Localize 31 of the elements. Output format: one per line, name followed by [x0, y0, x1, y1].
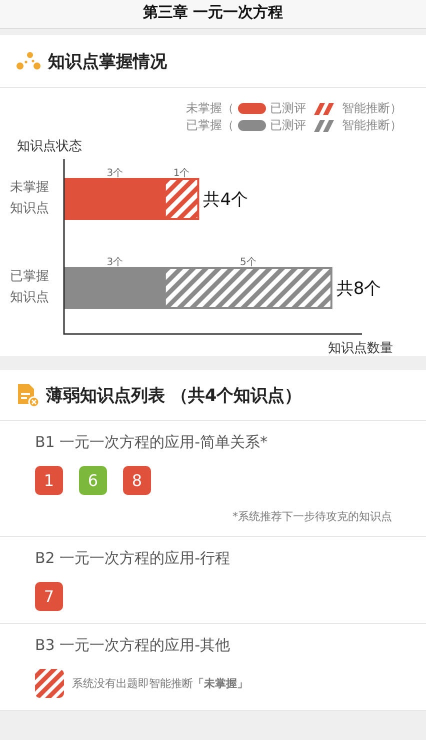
- axis-title: 知识点数量: [328, 341, 393, 356]
- legend-label: 已测评: [270, 117, 306, 134]
- legend-label: 已测评: [270, 100, 306, 117]
- value-label: 3个: [106, 257, 124, 268]
- hatch-icon: [35, 669, 64, 698]
- knowledge-point-title: B3 一元一次方程的应用-其他: [35, 636, 232, 655]
- section-title: 知识点掌握情况: [48, 50, 167, 72]
- category-label: 已掌握知识点: [10, 268, 50, 307]
- total-label: 共4个: [203, 190, 248, 210]
- question-number[interactable]: 7: [35, 582, 63, 611]
- nodes-icon: [16, 51, 42, 71]
- legend-label: 智能推断）: [342, 117, 402, 134]
- value-label: 1个: [173, 168, 190, 179]
- legend-label: 未掌握（: [186, 100, 234, 117]
- category-label: 未掌握知识点: [10, 179, 50, 218]
- total-label: 共8个: [336, 279, 382, 299]
- inference-note: 系统没有出题即智能推断「未掌握」: [72, 676, 248, 691]
- value-label: 5个: [240, 257, 256, 268]
- footnote: *系统推荐下一步待攻克的知识点: [232, 509, 393, 524]
- page-title: 第三章 一元一次方程: [142, 3, 284, 22]
- knowledge-point-title: B1 一元一次方程的应用-简单关系*: [35, 433, 269, 452]
- question-number[interactable]: 1: [35, 466, 63, 495]
- knowledge-point-title: B2 一元一次方程的应用-行程: [35, 549, 232, 568]
- section-title: 薄弱知识点列表 （共4个知识点）: [46, 384, 302, 406]
- document-icon: [16, 382, 40, 408]
- question-number[interactable]: 8: [123, 466, 151, 495]
- legend-label: 已掌握（: [186, 117, 234, 134]
- legend-label: 智能推断）: [342, 100, 402, 117]
- axis-title: 知识点状态: [17, 139, 82, 154]
- question-number[interactable]: 6: [79, 466, 107, 495]
- value-label: 3个: [106, 168, 124, 179]
